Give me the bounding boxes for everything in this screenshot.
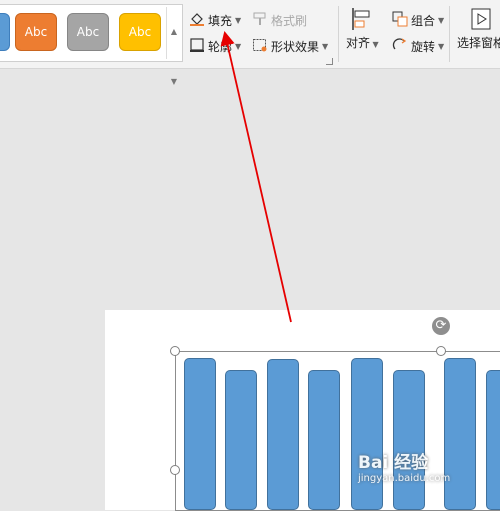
annotation-arrow bbox=[220, 30, 292, 323]
